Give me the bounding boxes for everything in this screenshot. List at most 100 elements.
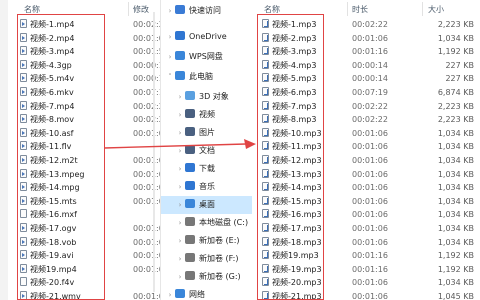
file-duration: 00:01:06 xyxy=(352,169,388,179)
file-size: 1,034 KB xyxy=(437,196,474,206)
file-size: 227 KB xyxy=(445,60,474,70)
file-duration: 00:01:06 xyxy=(352,142,388,152)
nav-item-label: 新加卷 (G:) xyxy=(199,272,241,281)
file-duration: 00:01:06 xyxy=(352,292,388,300)
nav-item[interactable]: › 音乐 xyxy=(161,178,253,196)
music-icon xyxy=(185,181,195,190)
nav-item-label: 下载 xyxy=(199,164,215,173)
file-duration: 00:02:22 xyxy=(352,101,388,111)
nav-item[interactable]: › OneDrive xyxy=(161,28,253,46)
right-file-list-highlight-box xyxy=(257,14,324,300)
nav-item[interactable]: › 网络 xyxy=(161,286,253,300)
file-duration: 00:01:06 xyxy=(352,278,388,288)
nav-item[interactable]: › 新加卷 (F:) xyxy=(161,250,253,268)
drive-icon xyxy=(185,253,195,262)
file-duration: 00:02:22 xyxy=(352,20,388,29)
cloud-outline-icon xyxy=(175,51,185,60)
nav-item-label: OneDrive xyxy=(189,32,227,41)
column-header-date[interactable]: 修改 xyxy=(133,4,149,15)
file-size: 6,874 KB xyxy=(437,88,474,97)
file-size: 1,034 KB xyxy=(437,128,474,138)
nav-item-label: 音乐 xyxy=(199,182,215,191)
file-size: 1,034 KB xyxy=(437,169,474,179)
nav-item[interactable]: › 桌面 xyxy=(161,196,253,214)
computer-icon xyxy=(175,71,185,80)
star-icon xyxy=(175,5,185,14)
nav-item[interactable]: › 新加卷 (G:) xyxy=(161,268,253,286)
drive-icon xyxy=(185,235,195,244)
file-duration: 00:00:14 xyxy=(352,74,388,84)
file-size: 1,192 KB xyxy=(437,251,474,261)
column-divider xyxy=(347,2,348,16)
file-duration: 00:01:06 xyxy=(352,237,388,247)
nav-item-label: 3D 对象 xyxy=(199,92,229,101)
chevron-right-icon[interactable]: › xyxy=(175,178,185,196)
nav-item-label: 新加卷 (F:) xyxy=(199,254,239,263)
chevron-right-icon[interactable]: › xyxy=(165,2,175,20)
file-size: 1,034 KB xyxy=(437,224,474,233)
chevron-right-icon[interactable]: › xyxy=(175,214,185,232)
nav-item[interactable]: › 下载 xyxy=(161,160,253,178)
nav-item-label: 本地磁盘 (C:) xyxy=(199,218,249,227)
file-size: 1,034 KB xyxy=(437,142,474,152)
nav-item[interactable]: ˅ 此电脑 xyxy=(161,68,253,86)
file-duration: 00:01:06 xyxy=(352,183,388,193)
file-duration: 00:01:16 xyxy=(352,47,388,57)
file-size: 1,034 KB xyxy=(437,278,474,288)
column-divider xyxy=(128,2,129,16)
download-icon xyxy=(185,163,195,172)
file-duration: 00:00:14 xyxy=(352,60,388,70)
network-icon xyxy=(175,289,185,298)
chevron-right-icon[interactable]: › xyxy=(175,160,185,178)
file-size: 1,045 KB xyxy=(437,292,474,300)
file-size: 1,034 KB xyxy=(437,33,474,43)
nav-item[interactable]: › 本地磁盘 (C:) xyxy=(161,214,253,232)
nav-item-label: 新加卷 (E:) xyxy=(199,236,240,245)
chevron-right-icon[interactable]: › xyxy=(175,88,185,106)
file-date: 00:01:0 xyxy=(133,292,160,300)
chevron-right-icon[interactable]: › xyxy=(175,250,185,268)
file-duration: 00:02:22 xyxy=(352,115,388,125)
nav-item[interactable]: › WPS网盘 xyxy=(161,48,253,66)
nav-item-label: 视频 xyxy=(199,110,215,119)
file-size: 2,223 KB xyxy=(437,115,474,125)
nav-item-label: 此电脑 xyxy=(189,72,213,81)
column-divider xyxy=(422,2,423,16)
nav-item-label: 快速访问 xyxy=(189,6,221,15)
file-duration: 00:01:06 xyxy=(352,210,388,220)
file-duration: 00:01:06 xyxy=(352,196,388,206)
video-folder-icon xyxy=(185,109,195,118)
chevron-right-icon[interactable]: › xyxy=(165,48,175,66)
chevron-down-icon[interactable]: ˅ xyxy=(165,68,175,86)
nav-item[interactable]: › 3D 对象 xyxy=(161,88,253,106)
column-header-duration[interactable]: 时长 xyxy=(352,4,368,15)
cloud-icon xyxy=(175,31,185,40)
nav-item[interactable]: › 快速访问 xyxy=(161,2,253,20)
file-duration: 00:01:06 xyxy=(352,156,388,165)
left-file-list-highlight-box xyxy=(17,14,105,300)
nav-item-label: 网络 xyxy=(189,290,205,299)
file-duration: 00:01:16 xyxy=(352,264,388,274)
file-size: 227 KB xyxy=(445,74,474,84)
chevron-right-icon[interactable]: › xyxy=(165,286,175,300)
red-arrow xyxy=(103,139,256,149)
nav-item[interactable]: › 视频 xyxy=(161,106,253,124)
file-size: 1,034 KB xyxy=(437,156,474,165)
file-size: 2,223 KB xyxy=(437,101,474,111)
chevron-right-icon[interactable]: › xyxy=(175,268,185,286)
column-header-size[interactable]: 大小 xyxy=(428,4,444,15)
chevron-right-icon[interactable]: › xyxy=(175,232,185,250)
drive-icon xyxy=(185,217,195,226)
chevron-right-icon[interactable]: › xyxy=(175,196,185,214)
file-size: 1,192 KB xyxy=(437,264,474,274)
nav-item-label: 桌面 xyxy=(199,200,215,209)
file-duration: 00:07:19 xyxy=(352,88,388,97)
file-duration: 00:01:06 xyxy=(352,224,388,233)
file-size: 1,034 KB xyxy=(437,183,474,193)
file-duration: 00:01:16 xyxy=(352,251,388,261)
left-edge-strip xyxy=(0,0,8,300)
drive-icon xyxy=(185,271,195,280)
chevron-right-icon[interactable]: › xyxy=(165,28,175,46)
chevron-right-icon[interactable]: › xyxy=(175,106,185,124)
nav-item[interactable]: › 新加卷 (E:) xyxy=(161,232,253,250)
